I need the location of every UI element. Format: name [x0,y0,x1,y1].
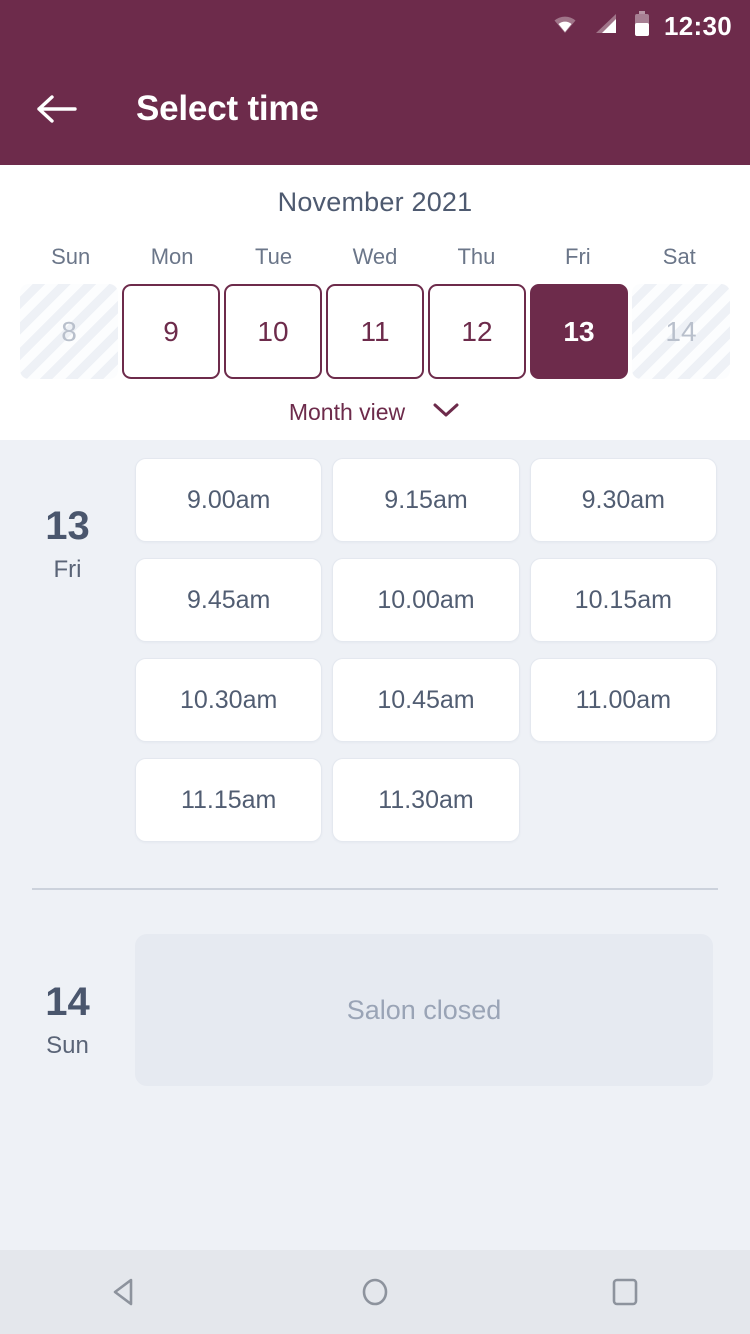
screen-select-time: 12:30 Select time November 2021 Sun Mon … [0,0,750,1334]
time-slot[interactable]: 11.30am [332,758,520,842]
calendar-day-9[interactable]: 9 [122,284,220,379]
slot-group-13: 13 Fri 9.00am 9.15am 9.30am 9.45am 10.00am 10… [0,458,750,842]
battery-icon [634,10,650,42]
month-view-toggle[interactable]: Month view [0,399,750,426]
signal-icon [594,13,618,40]
slot-group-day-label: 14 Sun [0,934,135,1086]
slot-group-day-name: Sun [46,1032,89,1059]
time-slot[interactable]: 9.00am [135,458,323,542]
time-slot[interactable]: 10.30am [135,658,323,742]
time-slot[interactable]: 10.15am [529,558,717,642]
slot-group-14: 14 Sun Salon closed [0,890,750,1086]
time-slot[interactable]: 9.45am [135,558,323,642]
slot-grid: 9.00am 9.15am 9.30am 9.45am 10.00am 10.15am 10… [135,458,750,842]
time-slots-area: 13 Fri 9.00am 9.15am 9.30am 9.45am 10.00am 10… [0,440,750,1086]
calendar-day-8: 8 [20,284,118,379]
status-bar: 12:30 [0,0,750,52]
slot-group-day-label: 13 Fri [0,458,135,842]
page-title: Select time [136,88,319,128]
time-slot[interactable]: 11.00am [529,658,717,742]
back-arrow-icon[interactable] [32,85,80,133]
weekday-label: Mon [150,244,194,269]
time-slot[interactable]: 10.45am [332,658,520,742]
nav-home-icon[interactable] [330,1250,420,1334]
slot-group-day-number: 13 [45,504,90,548]
wifi-icon [552,14,578,39]
weekday-label: Thu [457,244,496,269]
nav-recents-icon[interactable] [580,1250,670,1334]
chevron-down-icon [431,401,461,424]
app-bar: Select time [0,52,750,165]
time-slot[interactable]: 9.30am [529,458,717,542]
android-nav-bar [0,1250,750,1334]
calendar-day-13[interactable]: 13 [530,284,628,379]
calendar-month-title: November 2021 [277,187,473,217]
time-slot[interactable]: 9.15am [332,458,520,542]
calendar-day-14: 14 [632,284,730,379]
calendar-day-11[interactable]: 11 [326,284,424,379]
status-bar-clock: 12:30 [664,10,732,41]
slot-group-day-name: Fri [53,556,82,583]
calendar-card: November 2021 Sun Mon Tue Wed Thu Fri Sa… [0,165,750,440]
calendar-weekday-row: Sun Mon Tue Wed Thu Fri Sat [0,244,750,270]
weekday-label: Fri [565,244,591,269]
weekday-label: Sun [51,244,91,269]
time-slot[interactable]: 10.00am [332,558,520,642]
calendar-day-10[interactable]: 10 [224,284,322,379]
weekday-label: Sat [662,244,696,269]
slot-group-day-number: 14 [45,980,90,1024]
calendar-day-row: 8 9 10 11 12 13 14 [0,284,750,379]
weekday-label: Wed [352,244,398,269]
salon-closed-panel: Salon closed [135,934,713,1086]
weekday-label: Tue [255,244,293,269]
calendar-day-12[interactable]: 12 [428,284,526,379]
month-view-label: Month view [288,399,406,425]
status-bar-icons [552,10,650,42]
time-slot[interactable]: 11.15am [135,758,323,842]
nav-back-icon[interactable] [80,1250,170,1334]
